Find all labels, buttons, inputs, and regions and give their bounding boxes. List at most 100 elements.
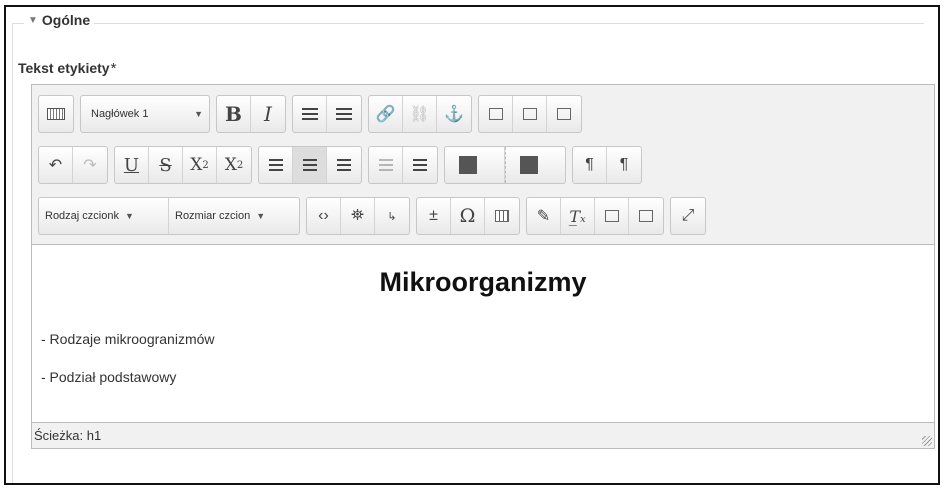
- toolbar-group-media: [478, 95, 582, 133]
- text-color-icon: [459, 156, 477, 174]
- align-center-button[interactable]: [293, 147, 327, 183]
- toolbar-group-clean: ✎ T̲ₓ: [526, 197, 664, 235]
- source-code-button[interactable]: ‹›: [307, 198, 341, 234]
- toolbar-toggle-button[interactable]: [39, 96, 73, 132]
- manage-files-button[interactable]: [547, 96, 581, 132]
- toolbar-group-tools: ‹› ⛯ ↳: [306, 197, 410, 235]
- chevron-down-icon: ▼: [194, 109, 203, 119]
- remove-format-button[interactable]: T̲ₓ: [561, 198, 595, 234]
- font-family-dropdown[interactable]: Rodzaj czcionk ▼: [39, 198, 169, 234]
- rich-text-editor[interactable]: Nagłówek 1 ▼ B I 🔗 ⛓ ⚓ ↶ ↷ U S X 2 X 2 ¶…: [31, 84, 935, 449]
- align-center-icon: [302, 159, 317, 171]
- image-icon: [488, 108, 503, 120]
- toolbar-group-colors: [444, 146, 566, 184]
- toolbar-group-fullscreen: ⤢: [670, 197, 706, 235]
- required-icon: *: [110, 60, 117, 77]
- ltr-button[interactable]: ¶: [573, 147, 607, 183]
- underline-button[interactable]: U: [115, 147, 149, 183]
- editor-statusbar: Ścieżka: h1: [32, 422, 934, 448]
- font-size-dropdown[interactable]: Rozmiar czcion ▼: [169, 198, 299, 234]
- element-path[interactable]: Ścieżka: h1: [34, 428, 101, 443]
- subscript-mark: 2: [202, 159, 209, 171]
- section-border-left: [12, 23, 13, 483]
- background-color-icon: [520, 156, 538, 174]
- italic-button[interactable]: I: [251, 96, 285, 132]
- bullet-list-button[interactable]: [293, 96, 327, 132]
- clear-format-icon: T̲ₓ: [569, 206, 586, 226]
- content-line-2: - Podział podstawowy: [41, 369, 177, 385]
- fullscreen-icon: ⤢: [681, 207, 695, 224]
- editor-content[interactable]: Mikroorganizmy - Rodzaje mikroogranizmów…: [32, 245, 934, 421]
- omega-icon: Ω: [459, 205, 476, 227]
- replace-button[interactable]: ↳: [375, 198, 409, 234]
- font-family-value: Rodzaj czcionk: [45, 210, 119, 222]
- field-label: Tekst etykiety*: [18, 60, 116, 77]
- numbered-list-icon: [336, 108, 352, 120]
- toolbar-group-text-style: U S X2 X2: [114, 146, 252, 184]
- paste-text-button[interactable]: [595, 198, 629, 234]
- binoculars-icon: ⛯: [351, 207, 364, 224]
- toolbar-row-2: ↶ ↷ U S X2 X2 ¶ ¶: [38, 146, 648, 184]
- paste-word-button[interactable]: [629, 198, 663, 234]
- anchor-button[interactable]: ⚓: [437, 96, 471, 132]
- anchor-icon: ⚓: [444, 106, 464, 123]
- superscript-mark: 2: [236, 159, 244, 171]
- subscript-button[interactable]: X2: [183, 147, 217, 183]
- resize-handle-icon[interactable]: [922, 436, 932, 446]
- strikethrough-button[interactable]: S: [149, 147, 183, 183]
- align-left-button[interactable]: [259, 147, 293, 183]
- outdent-button[interactable]: [369, 147, 403, 183]
- bullet-list-icon: [301, 108, 318, 120]
- toolbar-group-history: ↶ ↷: [38, 146, 108, 184]
- section-legend[interactable]: ▼ Ogólne: [24, 12, 95, 28]
- rtl-button[interactable]: ¶: [607, 147, 641, 183]
- superscript-x: X: [224, 155, 237, 175]
- ltr-icon: ¶: [585, 156, 594, 173]
- background-color-button[interactable]: [505, 147, 565, 183]
- undo-button[interactable]: ↶: [39, 147, 73, 183]
- image-button[interactable]: [479, 96, 513, 132]
- superscript-button[interactable]: X2: [217, 147, 251, 183]
- align-right-button[interactable]: [327, 147, 361, 183]
- toolbar-row-1: Nagłówek 1 ▼ B I 🔗 ⛓ ⚓: [38, 95, 588, 133]
- keyboard-icon: [47, 108, 65, 120]
- toolbar-group-format: Nagłówek 1 ▼: [80, 95, 210, 133]
- outdent-icon: [378, 159, 393, 171]
- code-icon: ‹›: [318, 207, 329, 224]
- clipboard-icon: [557, 108, 571, 120]
- indent-button[interactable]: [403, 147, 437, 183]
- table-button[interactable]: [485, 198, 519, 234]
- section-title: Ogólne: [41, 12, 91, 28]
- plus-minus-icon: ±: [429, 207, 438, 224]
- numbered-list-button[interactable]: [327, 96, 361, 132]
- block-format-value: Nagłówek 1: [91, 108, 149, 120]
- collapse-triangle-icon[interactable]: ▼: [28, 15, 38, 26]
- link-button[interactable]: 🔗: [369, 96, 403, 132]
- insert-equation-button[interactable]: ±: [417, 198, 451, 234]
- bold-button[interactable]: B: [217, 96, 251, 132]
- search-button[interactable]: ⛯: [341, 198, 375, 234]
- toolbar-group-lists: [292, 95, 362, 133]
- font-size-value: Rozmiar czcion: [175, 210, 251, 222]
- indent-icon: [413, 159, 427, 171]
- section-divider: [12, 23, 924, 24]
- content-heading: Mikroorganizmy: [379, 267, 587, 297]
- toolbar-group-style: B I: [216, 95, 286, 133]
- block-format-dropdown[interactable]: Nagłówek 1 ▼: [81, 96, 209, 132]
- redo-button[interactable]: ↷: [73, 147, 107, 183]
- field-label-text: Tekst etykiety: [18, 60, 110, 76]
- fullscreen-button[interactable]: ⤢: [671, 198, 705, 234]
- toolbar-group-align: [258, 146, 362, 184]
- unlink-button[interactable]: ⛓: [403, 96, 437, 132]
- paste-text-icon: [604, 210, 619, 222]
- table-icon: [495, 210, 509, 222]
- editor-toolbar: Nagłówek 1 ▼ B I 🔗 ⛓ ⚓ ↶ ↷ U S X 2 X 2 ¶…: [32, 85, 934, 245]
- toolbar-group-toggle: [38, 95, 74, 133]
- media-button[interactable]: [513, 96, 547, 132]
- text-color-button[interactable]: [445, 147, 505, 183]
- cleanup-button[interactable]: ✎: [527, 198, 561, 234]
- align-right-icon: [337, 159, 351, 171]
- search-replace-icon: ↳: [387, 210, 397, 223]
- special-char-button[interactable]: Ω: [451, 198, 485, 234]
- chevron-down-icon: ▼: [256, 211, 266, 221]
